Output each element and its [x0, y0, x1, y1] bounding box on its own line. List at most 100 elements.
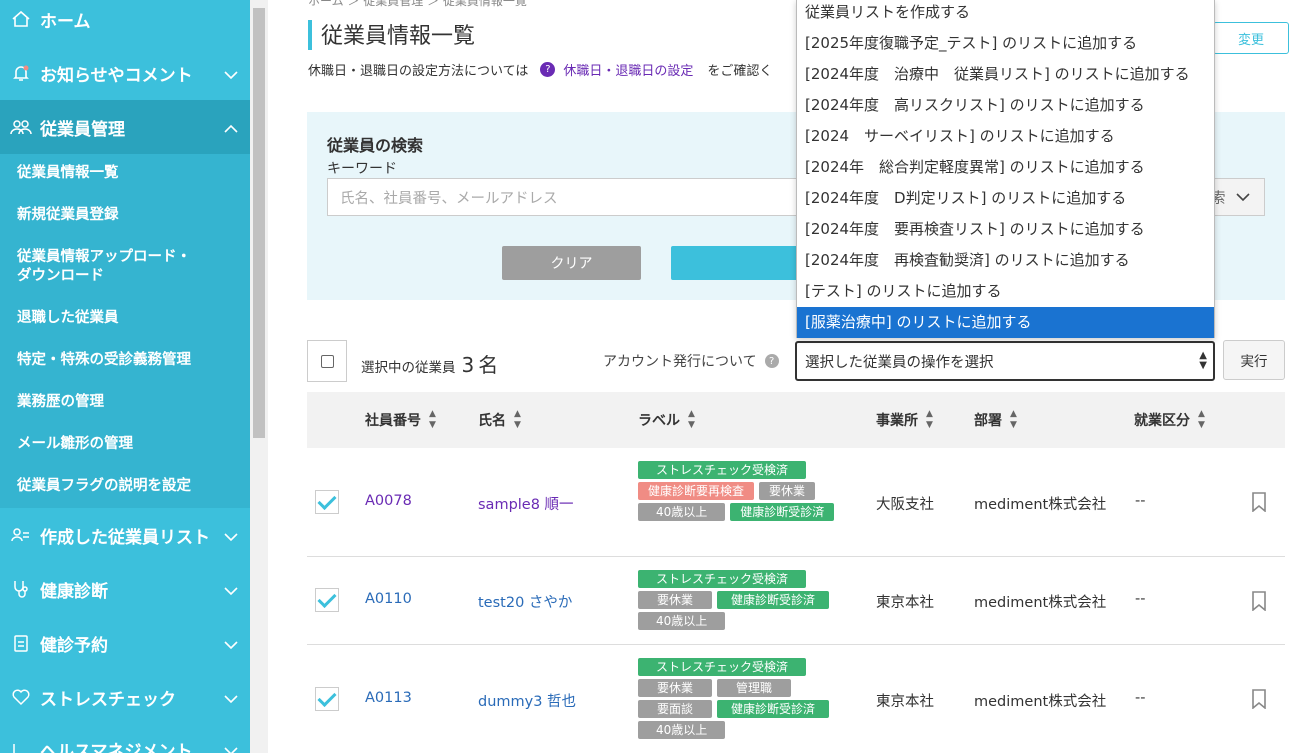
employment-type: -- [1135, 690, 1146, 706]
tag-checked: 健康診断受診済 [717, 591, 830, 609]
nav-stress-check[interactable]: ストレスチェック [0, 670, 250, 724]
title-accent-bar [308, 20, 312, 50]
operation-select[interactable]: 選択した従業員の操作を選択 ▲ ▼ [795, 341, 1215, 381]
th-name[interactable]: 氏名 ▲ ▼ [478, 409, 521, 431]
stethoscope-icon [10, 578, 32, 600]
selected-unit: 名 [478, 353, 499, 377]
nav-health-check-label: 健康診断 [40, 581, 108, 602]
bookmark-icon[interactable] [1251, 689, 1267, 709]
dropdown-option[interactable]: [2024年度 要再検査リスト] のリストに追加する [797, 214, 1214, 245]
employee-id-link[interactable]: A0113 [365, 690, 412, 706]
nav-created-lists[interactable]: 作成した従業員リスト [0, 508, 250, 562]
sort-icon[interactable]: ▲ ▼ [514, 409, 521, 431]
info-line: 休職日・退職日の設定方法については ? 休職日・退職日の設定 をご確認く [308, 60, 772, 79]
nav-reservation[interactable]: 健診予約 [0, 616, 250, 670]
tag-leave: 要休業 [638, 679, 713, 697]
dropdown-option[interactable]: 従業員リストを作成する [797, 0, 1214, 28]
employee-name-link[interactable]: sample8 順一 [478, 493, 574, 514]
nav-health-check[interactable]: 健康診断 [0, 562, 250, 616]
table-row[interactable]: A0110 test20 さやか ストレスチェック受検済 要休業 健康診断受診済… [307, 557, 1285, 645]
label-tags: ストレスチェック受検済 要休業 管理職 要面談 健康診断受診済 40歳以上 [638, 658, 868, 739]
employee-name-link[interactable]: test20 さやか [478, 591, 572, 612]
keyword-input[interactable]: 氏名、社員番号、メールアドレス [327, 178, 807, 216]
people-icon [10, 116, 32, 138]
select-all-checkbox[interactable] [307, 340, 347, 382]
th-office[interactable]: 事業所 ▲ ▼ [876, 409, 933, 431]
bookmark-icon[interactable] [1251, 492, 1267, 512]
table-row[interactable]: A0078 sample8 順一 ストレスチェック受検済 健康診断要再検査 要休… [307, 448, 1285, 557]
tag-interview: 要面談 [638, 700, 713, 718]
tag-recheck: 健康診断要再検査 [638, 482, 755, 500]
home-icon [10, 8, 32, 30]
operation-select-value: 選択した従業員の操作を選択 [805, 355, 994, 371]
label-tags: ストレスチェック受検済 要休業 健康診断受診済 40歳以上 [638, 570, 868, 630]
tag-stress-check: ストレスチェック受検済 [638, 570, 807, 588]
sidebar-item-mail-template[interactable]: メール雛形の管理 [17, 435, 133, 454]
sort-icon[interactable]: ▲ ▼ [1010, 409, 1017, 431]
th-label: 部署 [974, 413, 1002, 429]
bell-icon [10, 62, 32, 84]
chevron-down-icon [224, 581, 238, 601]
change-button[interactable]: 変更 [1213, 22, 1289, 54]
th-employment[interactable]: 就業区分 ▲ ▼ [1134, 409, 1205, 431]
nav-notices[interactable]: お知らせやコメント [0, 46, 250, 100]
employee-id-link[interactable]: A0110 [365, 591, 412, 607]
sidebar-item-employee-list[interactable]: 従業員情報一覧 [17, 164, 119, 183]
sort-icon[interactable]: ▲ ▼ [688, 409, 695, 431]
sidebar-item-upload-line2[interactable]: ダウンロード [17, 267, 104, 286]
chevron-up-icon [224, 119, 238, 139]
sidebar-item-special-exam[interactable]: 特定・特殊の受診義務管理 [17, 351, 191, 370]
department: mediment株式会社 [974, 595, 1107, 611]
dropdown-option[interactable]: [2024年 総合判定軽度異常] のリストに追加する [797, 152, 1214, 183]
sidebar-item-retired[interactable]: 退職した従業員 [17, 309, 119, 328]
clear-button[interactable]: クリア [502, 246, 641, 280]
nav-employee-mgmt[interactable]: 従業員管理 [0, 100, 250, 154]
label-tags: ストレスチェック受検済 健康診断要再検査 要休業 40歳以上 健康診断受診済 [638, 461, 868, 521]
dropdown-option[interactable]: [2024年度 D判定リスト] のリストに追加する [797, 183, 1214, 214]
tag-checked: 健康診断受診済 [730, 503, 835, 521]
sort-icon[interactable]: ▲ ▼ [1198, 409, 1205, 431]
sidebar-item-flag-desc[interactable]: 従業員フラグの説明を設定 [17, 477, 191, 496]
dropdown-option[interactable]: [2024 サーベイリスト] のリストに追加する [797, 121, 1214, 152]
help-icon[interactable]: ? [764, 354, 779, 368]
sidebar-item-new-employee[interactable]: 新規従業員登録 [17, 206, 119, 225]
clipboard-icon [10, 632, 32, 654]
bookmark-icon[interactable] [1251, 591, 1267, 611]
sidebar-item-work-history[interactable]: 業務歴の管理 [17, 393, 104, 412]
dropdown-option-highlighted[interactable]: [服薬治療中] のリストに追加する [797, 307, 1214, 338]
dropdown-option[interactable]: [2024年度 再検査勧奨済] のリストに追加する [797, 245, 1214, 276]
execute-button[interactable]: 実行 [1223, 340, 1285, 380]
person-list-icon [10, 524, 32, 546]
account-info: アカウント発行について ? [603, 351, 779, 371]
nav-home-label: ホーム [40, 11, 91, 32]
row-checkbox[interactable] [315, 588, 339, 612]
sort-icon[interactable]: ▲ ▼ [926, 409, 933, 431]
office: 東京本社 [876, 595, 934, 611]
nav-stress-check-label: ストレスチェック [40, 689, 176, 710]
nav-health-mgmt[interactable]: ヘルスマネジメント [0, 722, 250, 753]
nav-notices-label: お知らせやコメント [40, 65, 193, 86]
leave-date-link[interactable]: 休職日・退職日の設定 [563, 60, 693, 79]
row-checkbox[interactable] [315, 687, 339, 711]
row-checkbox[interactable] [315, 490, 339, 514]
employee-id-link[interactable]: A0078 [365, 493, 412, 509]
scrollbar-thumb[interactable] [253, 8, 265, 438]
chevron-down-icon [224, 689, 238, 709]
dropdown-option[interactable]: [2024年度 治療中 従業員リスト] のリストに追加する [797, 59, 1214, 90]
sidebar-scrollbar[interactable] [250, 0, 268, 753]
dropdown-option[interactable]: [2024年度 高リスクリスト] のリストに追加する [797, 90, 1214, 121]
tag-leave: 要休業 [638, 591, 713, 609]
dropdown-option[interactable]: [2025年度復職予定_テスト] のリストに追加する [797, 28, 1214, 59]
th-employee-id[interactable]: 社員番号 ▲ ▼ [365, 409, 436, 431]
th-label-col[interactable]: ラベル ▲ ▼ [638, 409, 695, 431]
dropdown-option[interactable]: [テスト] のリストに追加する [797, 276, 1214, 307]
sort-icon[interactable]: ▲ ▼ [429, 409, 436, 431]
table-row[interactable]: A0113 dummy3 哲也 ストレスチェック受検済 要休業 管理職 要面談 … [307, 645, 1285, 753]
sidebar-item-upload-line1[interactable]: 従業員情報アップロード・ [17, 248, 191, 267]
employee-name-link[interactable]: dummy3 哲也 [478, 690, 576, 711]
th-dept[interactable]: 部署 ▲ ▼ [974, 409, 1017, 431]
sidebar: ホーム お知らせやコメント 従業員管理 従業員情報一覧 新規従業員登録 従業員情… [0, 0, 250, 753]
nav-home[interactable]: ホーム [0, 0, 250, 46]
tag-stress-check: ストレスチェック受検済 [638, 461, 807, 479]
tag-over40: 40歳以上 [638, 503, 726, 521]
